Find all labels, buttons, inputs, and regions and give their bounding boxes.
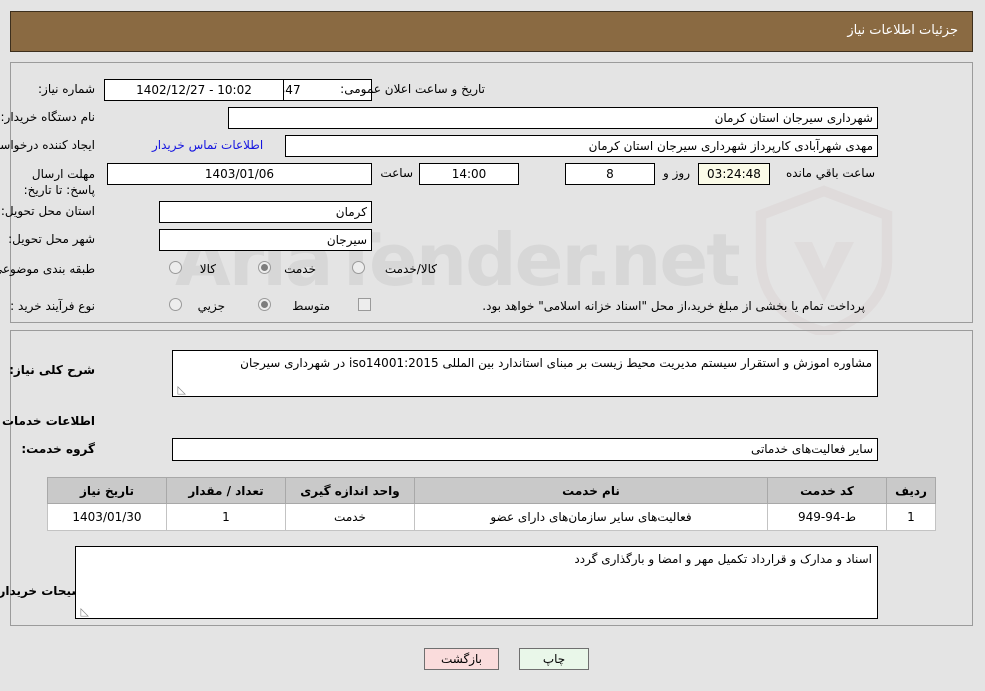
back-button[interactable]: بازگشت [424, 648, 499, 670]
buyer-contact-link[interactable]: اطلاعات تماس خریدار [152, 138, 263, 152]
countdown-field: 03:24:48 [698, 163, 770, 185]
col-row: ردیف [886, 477, 936, 504]
table-row[interactable]: 1 ط-94-949 فعالیت‌های سایر سازمان‌های دا… [47, 503, 936, 531]
cell-name: فعالیت‌های سایر سازمان‌های دارای عضو [414, 503, 768, 531]
table-header-row: ردیف کد خدمت نام خدمت واحد اندازه گیری ت… [47, 477, 936, 504]
radio-purchase-jozii[interactable] [169, 298, 182, 311]
label-buyer-org: نام دستگاه خریدار: [0, 110, 96, 124]
cell-row: 1 [886, 503, 936, 531]
page-title: جزئیات اطلاعات نیاز [847, 23, 958, 38]
treasury-bonds-label: پرداخت تمام یا بخشی از مبلغ خرید،از محل … [482, 299, 865, 313]
resize-grip-icon-notes[interactable]: ◺ [78, 606, 89, 617]
treasury-bonds-checkbox[interactable] [358, 298, 371, 311]
label-remaining: ساعت باقي مانده [785, 166, 875, 180]
label-announce-datetime: تاریخ و ساعت اعلان عمومی: [340, 82, 485, 96]
service-group-field[interactable]: سایر فعالیت‌های خدماتی [172, 438, 878, 461]
label-province: استان محل تحویل: [0, 204, 95, 218]
radio-label-purchase-1[interactable]: متوسط [292, 299, 330, 313]
label-day-and: روز و [663, 166, 690, 180]
radio-label-category-1[interactable]: خدمت [284, 262, 316, 276]
label-description: شرح کلی نیاز: [9, 363, 95, 377]
label-purchase-type: نوع فرآیند خرید : [10, 299, 95, 313]
radio-purchase-motavaset[interactable] [258, 298, 271, 311]
buyer-org-field[interactable]: شهرداری سیرجان استان کرمان [228, 107, 878, 129]
radio-label-purchase-0[interactable]: جزیي [198, 299, 225, 313]
label-city: شهر محل تحویل: [8, 232, 95, 246]
services-heading: اطلاعات خدمات مورد نیاز [0, 414, 95, 428]
description-textarea[interactable]: مشاوره اموزش و استقرار سیستم مدیریت محیط… [172, 350, 878, 397]
col-date: تاریخ نیاز [47, 477, 167, 504]
label-need-number: شماره نیاز: [38, 82, 95, 96]
resize-grip-icon[interactable]: ◺ [175, 384, 186, 395]
col-qty: تعداد / مقدار [166, 477, 286, 504]
city-field[interactable]: سیرجان [159, 229, 372, 251]
province-field[interactable]: کرمان [159, 201, 372, 223]
services-table: ردیف کد خدمت نام خدمت واحد اندازه گیری ت… [47, 477, 936, 531]
need-info-panel [10, 62, 973, 323]
print-button[interactable]: چاپ [519, 648, 589, 670]
label-category: طبقه بندی موضوعی: [0, 262, 95, 276]
deadline-hour-field[interactable]: 14:00 [419, 163, 519, 185]
description-text: مشاوره اموزش و استقرار سیستم مدیریت محیط… [240, 356, 872, 370]
cell-code: ط-94-949 [767, 503, 887, 531]
col-unit: واحد اندازه گیری [285, 477, 415, 504]
label-service-group: گروه خدمت: [21, 442, 95, 456]
days-left-field[interactable]: 8 [565, 163, 655, 185]
announce-datetime-field[interactable]: 1402/12/27 - 10:02 [104, 79, 284, 101]
radio-category-kala[interactable] [169, 261, 182, 274]
cell-unit: خدمت [285, 503, 415, 531]
col-code: کد خدمت [767, 477, 887, 504]
deadline-date-field[interactable]: 1403/01/06 [107, 163, 372, 185]
radio-label-category-2[interactable]: کالا/خدمت [385, 262, 437, 276]
radio-category-kala-khedmat[interactable] [352, 261, 365, 274]
cell-date: 1403/01/30 [47, 503, 167, 531]
buyer-notes-textarea[interactable]: اسناد و مدارک و قرارداد تکمیل مهر و امضا… [75, 546, 878, 619]
label-hour: ساعت [380, 166, 413, 180]
radio-category-khedmat[interactable] [258, 261, 271, 274]
label-requester: ایجاد کننده درخواست: [0, 138, 95, 152]
cell-qty: 1 [166, 503, 286, 531]
page-header: جزئیات اطلاعات نیاز [10, 11, 973, 52]
requester-field[interactable]: مهدی شهرآبادی کارپرداز شهرداری سیرجان اس… [285, 135, 878, 157]
label-deadline: مهلت ارسال پاسخ: تا تاریخ: [23, 167, 95, 198]
radio-label-category-0[interactable]: کالا [200, 262, 216, 276]
buyer-notes-text: اسناد و مدارک و قرارداد تکمیل مهر و امضا… [574, 552, 872, 566]
col-name: نام خدمت [414, 477, 768, 504]
